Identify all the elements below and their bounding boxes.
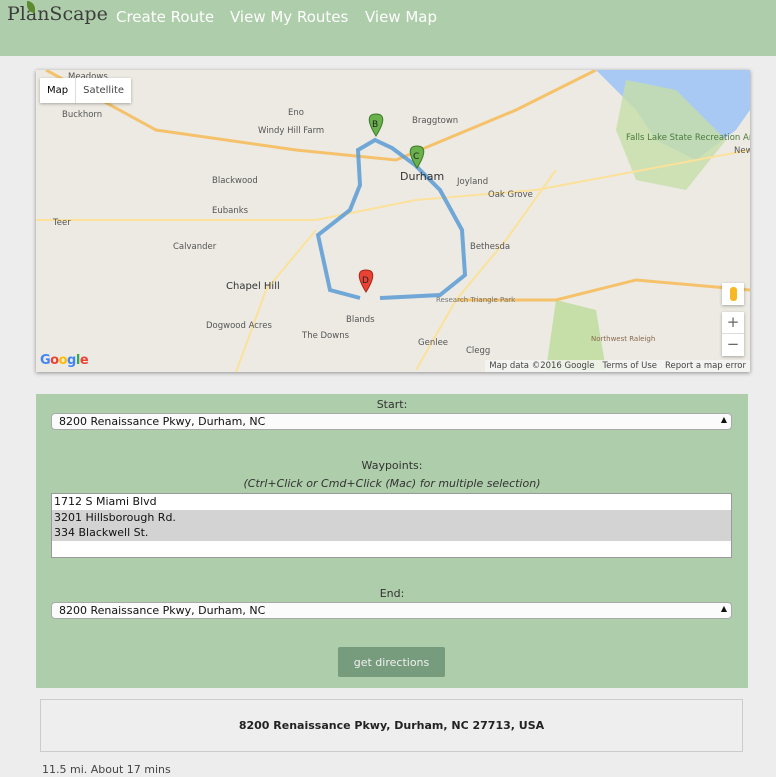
waypoints-listbox[interactable]: 1712 S Miami Blvd 3201 Hillsborough Rd. … <box>51 493 732 558</box>
marker-b[interactable]: B <box>368 113 384 137</box>
place-label: Clegg <box>466 346 490 356</box>
zoom-in-button[interactable]: + <box>722 312 744 333</box>
map-canvas: Meadows Buckhorn Eno Windy Hill Farm Bra… <box>36 70 750 372</box>
place-label: The Downs <box>301 331 350 341</box>
place-label: Blands <box>346 315 375 325</box>
nav-view-my-routes[interactable]: View My Routes <box>230 8 348 26</box>
end-label: End: <box>379 587 405 600</box>
route-form: Start: 8200 Renaissance Pkwy, Durham, NC… <box>36 394 748 688</box>
place-label: Research Triangle Park <box>436 296 516 304</box>
map-attribution: Map data ©2016 Google Terms of Use Repor… <box>485 360 750 372</box>
end-select[interactable]: 8200 Renaissance Pkwy, Durham, NC ▲ <box>51 602 732 619</box>
destination-address: 8200 Renaissance Pkwy, Durham, NC 27713,… <box>40 699 743 752</box>
start-label: Start: <box>376 398 408 411</box>
logo[interactable]: PlanScape <box>7 1 108 25</box>
place-label: Dogwood Acres <box>206 321 272 331</box>
terms-link[interactable]: Terms of Use <box>603 361 658 371</box>
route-line <box>315 137 468 300</box>
nav-view-map[interactable]: View Map <box>365 8 437 26</box>
zoom-out-button[interactable]: − <box>722 333 744 355</box>
place-label: Oak Grove <box>488 190 533 200</box>
marker-d[interactable]: D <box>358 269 374 293</box>
place-label: Calvander <box>173 242 217 252</box>
logo-text: PlanScape <box>7 3 108 25</box>
map-type-satellite[interactable]: Satellite <box>76 78 131 103</box>
place-label: Blackwood <box>212 176 258 186</box>
report-error-link[interactable]: Report a map error <box>665 361 746 371</box>
route-summary: 11.5 mi. About 17 mins <box>42 763 171 776</box>
place-label: Buckhorn <box>62 110 102 120</box>
waypoint-option-selected[interactable]: 334 Blackwell St. <box>52 525 731 541</box>
place-label: Bethesda <box>470 242 510 252</box>
place-label: Falls Lake State Recreation Area <box>626 133 750 143</box>
place-label: Northwest Raleigh <box>591 335 655 343</box>
start-select[interactable]: 8200 Renaissance Pkwy, Durham, NC ▲ <box>51 413 732 430</box>
place-label: Genlee <box>418 338 448 348</box>
place-label: Chapel Hill <box>226 281 280 292</box>
place-label: New <box>734 146 750 156</box>
get-directions-button[interactable]: get directions <box>338 647 445 677</box>
place-label: Teer <box>52 218 71 228</box>
map[interactable]: Meadows Buckhorn Eno Windy Hill Farm Bra… <box>36 70 750 372</box>
place-label: Braggtown <box>412 116 458 126</box>
google-logo[interactable]: Google <box>40 353 89 368</box>
place-label: Joyland <box>456 177 488 187</box>
place-label: Eno <box>288 108 304 118</box>
pegman-icon[interactable] <box>722 283 744 305</box>
nav-create-route[interactable]: Create Route <box>116 8 214 26</box>
waypoints-label: Waypoints: <box>361 459 423 472</box>
marker-label: B <box>372 120 378 130</box>
marker-label: D <box>362 276 369 286</box>
zoom-control: + − <box>722 312 744 356</box>
start-value: 8200 Renaissance Pkwy, Durham, NC <box>59 415 266 428</box>
marker-label: C <box>413 152 419 162</box>
waypoint-option[interactable]: 1712 S Miami Blvd <box>52 494 731 510</box>
road <box>235 229 317 372</box>
map-type-map[interactable]: Map <box>40 78 77 103</box>
place-label: Windy Hill Farm <box>258 126 324 136</box>
top-nav: PlanScape Create Route View My Routes Vi… <box>0 0 776 56</box>
select-arrows-icon: ▲ <box>720 604 727 613</box>
waypoints-hint: (Ctrl+Click or Cmd+Click (Mac) for multi… <box>243 477 541 490</box>
map-type-control: Map Satellite <box>40 78 132 103</box>
map-data-credit: Map data ©2016 Google <box>489 361 595 371</box>
end-value: 8200 Renaissance Pkwy, Durham, NC <box>59 604 266 617</box>
select-arrows-icon: ▲ <box>720 415 727 424</box>
place-label: Eubanks <box>212 206 249 216</box>
waypoint-option-selected[interactable]: 3201 Hillsborough Rd. <box>52 509 731 525</box>
place-label: Durham <box>400 170 444 183</box>
